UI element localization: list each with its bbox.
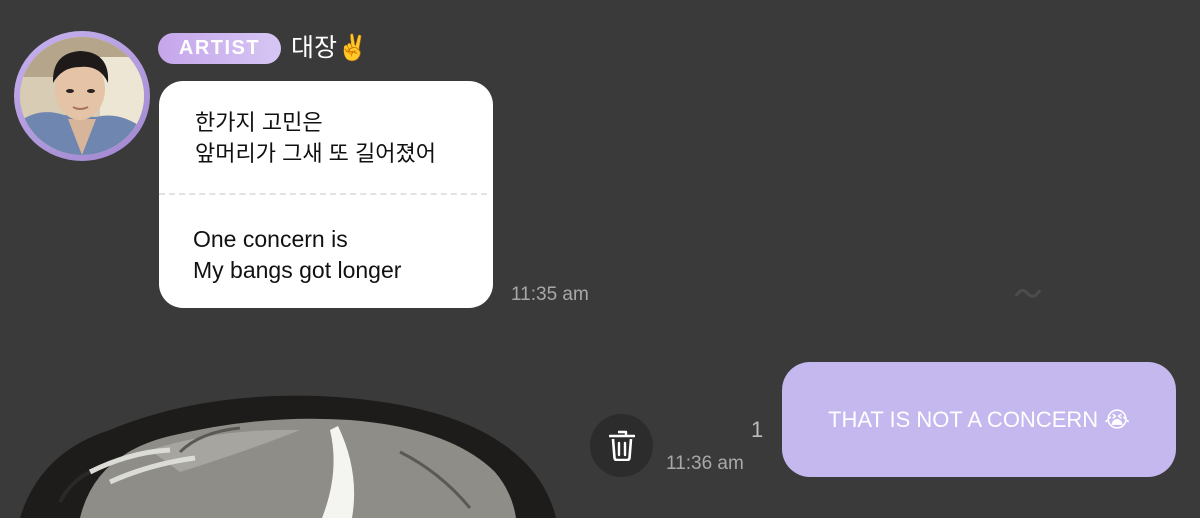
sticker-image — [20, 395, 556, 518]
korean-line-2: 앞머리가 그새 또 길어졌어 — [195, 141, 436, 166]
translation-divider — [159, 193, 487, 195]
sender-name: 대장✌️ — [291, 34, 369, 62]
sent-timestamp: 11:36 am — [666, 453, 744, 474]
avatar[interactable] — [14, 31, 150, 161]
korean-line-1: 한가지 고민은 — [195, 110, 323, 135]
english-line-2: My bangs got longer — [193, 257, 402, 283]
sent-message-bubble[interactable]: THAT IS NOT A CONCERN 😭 — [782, 362, 1176, 477]
english-translation: One concern is My bangs got longer — [193, 224, 401, 286]
unread-count: 1 — [751, 417, 764, 442]
korean-message: 한가지 고민은 앞머리가 그새 또 길어졌어 — [195, 107, 436, 169]
sent-message-text: THAT IS NOT A CONCERN 😭 — [828, 407, 1130, 432]
avatar-photo — [20, 37, 144, 155]
english-line-1: One concern is — [193, 226, 348, 252]
received-timestamp: 11:35 am — [511, 284, 589, 305]
trash-icon — [609, 430, 635, 461]
artist-badge: ARTIST — [158, 33, 281, 64]
received-message-bubble[interactable]: 한가지 고민은 앞머리가 그새 또 길어졌어 One concern is My… — [159, 81, 493, 308]
delete-button[interactable] — [590, 414, 653, 477]
background-smudge — [1014, 289, 1042, 298]
